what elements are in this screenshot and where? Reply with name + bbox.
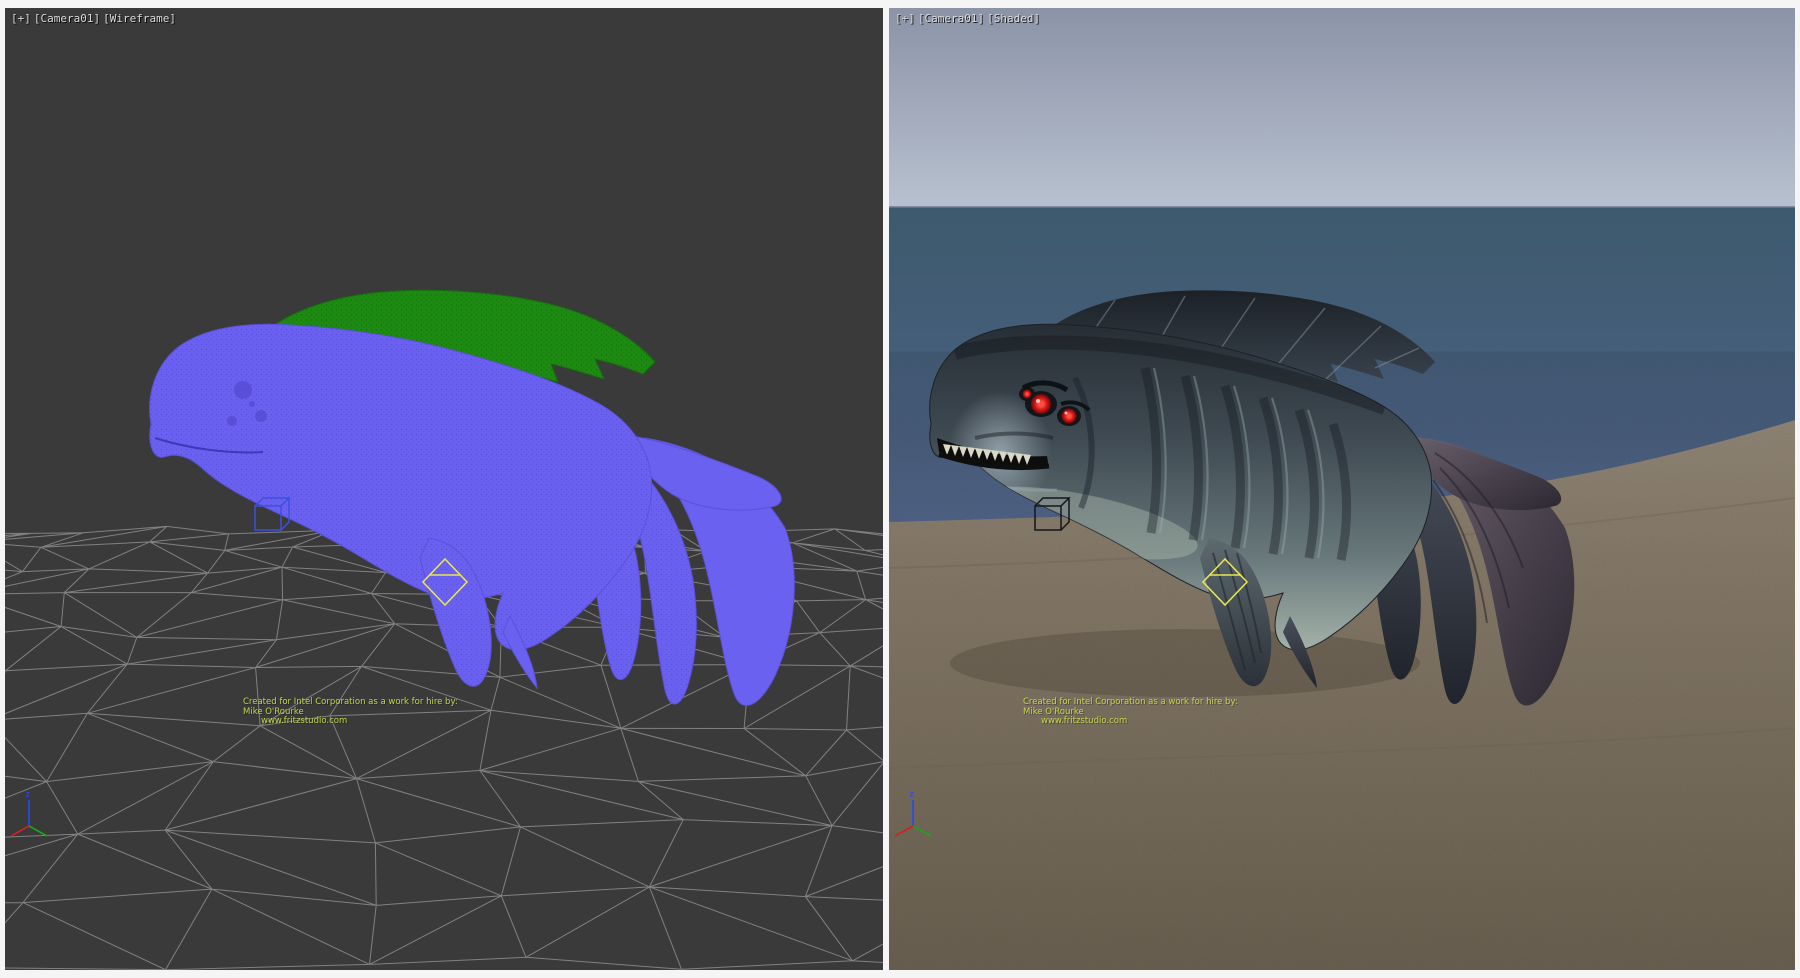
fish-wireframe[interactable] — [150, 290, 795, 705]
attribution-line-3: www.fritzstudio.com — [261, 717, 458, 727]
eye-red-second — [1062, 409, 1077, 424]
viewport-menu-general[interactable]: [+] — [11, 13, 31, 25]
eye-red-small — [1023, 390, 1032, 399]
attribution-line-3: www.fritzstudio.com — [1041, 717, 1238, 727]
attribution-text: Created for Intel Corporation as a work … — [243, 698, 458, 727]
shaded-scene: z — [889, 8, 1795, 970]
z-axis-label: z — [909, 790, 914, 800]
fish-shadow — [950, 629, 1420, 697]
sky — [889, 8, 1795, 207]
viewport-menu-shading[interactable]: [Wireframe] — [103, 13, 176, 25]
eye-red-main — [1031, 394, 1051, 414]
viewport-shaded[interactable]: [+] [Camera01] [Shaded] — [889, 8, 1795, 970]
axis-tripod: z — [11, 790, 47, 836]
attribution-text: Created for Intel Corporation as a work … — [1023, 698, 1238, 727]
viewport-label: [+] [Camera01] [Wireframe] — [11, 13, 176, 25]
wireframe-scene: z — [5, 8, 883, 970]
viewport-wireframe[interactable]: [+] [Camera01] [Wireframe] — [5, 8, 883, 970]
z-axis-label: z — [25, 790, 30, 800]
viewport-menu-pov[interactable]: [Camera01] — [918, 13, 984, 25]
viewport-label: [+] [Camera01] [Shaded] — [895, 13, 1040, 25]
x-axis — [11, 826, 29, 836]
viewport-menu-shading[interactable]: [Shaded] — [987, 13, 1040, 25]
y-axis — [29, 826, 47, 836]
viewport-menu-general[interactable]: [+] — [895, 13, 915, 25]
viewport-menu-pov[interactable]: [Camera01] — [34, 13, 100, 25]
